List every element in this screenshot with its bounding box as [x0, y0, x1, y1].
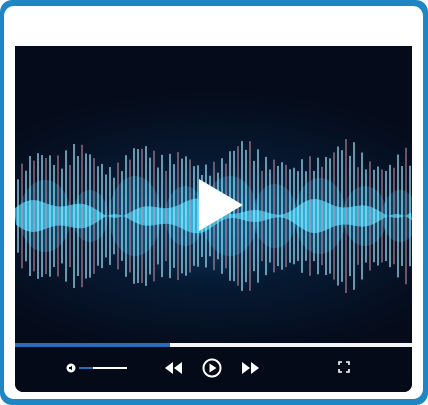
play-icon[interactable] [197, 177, 245, 233]
fullscreen-icon[interactable] [338, 361, 350, 373]
speaker-icon[interactable] [66, 363, 76, 373]
play-circle-icon[interactable] [202, 358, 222, 378]
outer-frame [0, 0, 428, 405]
video-player [15, 46, 412, 392]
fast-forward-icon[interactable] [240, 361, 260, 375]
video-screen[interactable] [15, 46, 412, 343]
player-window [4, 6, 423, 399]
rewind-icon[interactable] [164, 361, 184, 375]
volume-slider[interactable] [79, 367, 127, 369]
volume-slider-fill [79, 367, 94, 369]
control-bar [15, 347, 412, 392]
window-title-bar [4, 6, 423, 46]
